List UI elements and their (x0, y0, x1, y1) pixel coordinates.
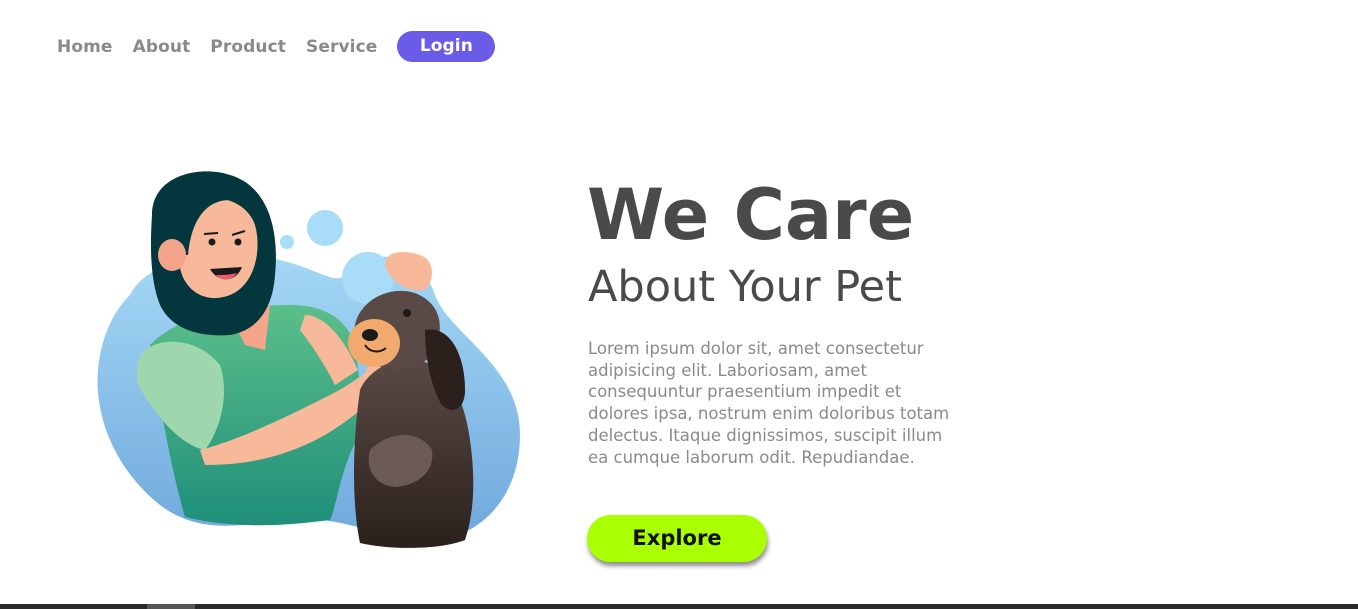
hero-subtitle: About Your Pet (588, 262, 902, 312)
eye-right (234, 238, 242, 246)
login-button[interactable]: Login (397, 31, 496, 62)
explore-button[interactable]: Explore (587, 515, 767, 562)
vet-with-dog-illustration (97, 171, 520, 548)
nav-link-product[interactable]: Product (210, 37, 286, 57)
nav-link-about[interactable]: About (133, 37, 191, 57)
horizontal-scrollbar[interactable] (0, 604, 1358, 609)
scrollbar-thumb[interactable] (147, 604, 195, 609)
bubble-large (307, 210, 343, 246)
eye-left (208, 238, 216, 246)
landing-page: Home About Product Service Login We Care… (0, 0, 1358, 609)
brow-left (203, 232, 219, 235)
nav-link-home[interactable]: Home (57, 37, 113, 57)
dog-nose (362, 329, 378, 341)
bubble-small (280, 235, 294, 249)
hero-title: We Care (587, 174, 915, 256)
dog-eye (403, 309, 411, 317)
ear (158, 239, 186, 271)
nav-link-service[interactable]: Service (306, 37, 377, 57)
hero-description: Lorem ipsum dolor sit, amet consectetur … (588, 339, 950, 467)
top-nav: Home About Product Service Login (57, 31, 496, 62)
dog-muzzle (348, 319, 400, 367)
